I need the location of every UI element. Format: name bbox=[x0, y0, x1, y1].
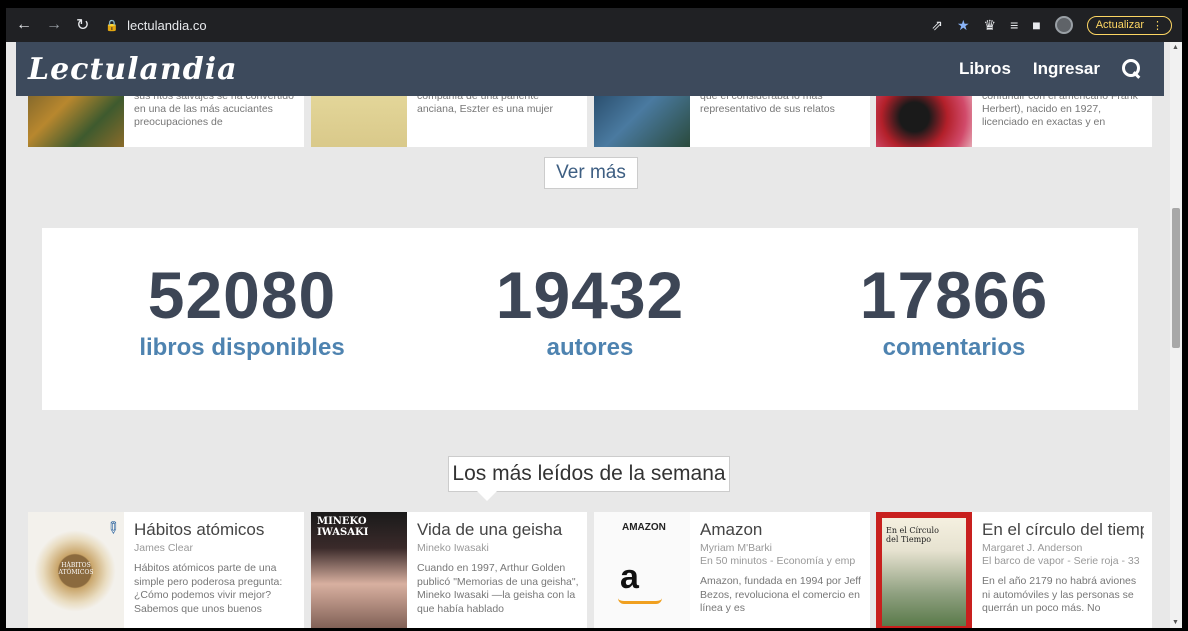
side-panel-icon[interactable]: ■ bbox=[1032, 17, 1040, 33]
menu-dots-icon: ⋮ bbox=[1152, 19, 1163, 32]
book-cover[interactable]: En el Círculo del Tiempo bbox=[876, 512, 972, 628]
scroll-up-icon[interactable]: ▲ bbox=[1172, 44, 1179, 51]
back-icon[interactable]: ← bbox=[16, 16, 32, 34]
reading-list-icon[interactable]: ≡ bbox=[1010, 17, 1018, 33]
forward-icon[interactable]: → bbox=[46, 16, 62, 34]
book-cover[interactable]: MINEKO IWASAKI bbox=[311, 512, 407, 628]
list-item[interactable]: En el Círculo del Tiempo En el círculo d… bbox=[876, 512, 1152, 628]
book-author[interactable]: James Clear bbox=[134, 542, 296, 554]
cover-title: MINEKO IWASAKI bbox=[317, 516, 369, 538]
share-icon[interactable]: ⇗ bbox=[931, 17, 943, 34]
book-author[interactable]: Myriam M'Barki bbox=[700, 542, 862, 554]
book-author[interactable]: Margaret J. Anderson bbox=[982, 542, 1144, 554]
book-title[interactable]: En el círculo del tiempo bbox=[982, 520, 1144, 540]
book-desc: Hábitos atómicos parte de una simple per… bbox=[134, 562, 283, 615]
update-label: Actualizar bbox=[1095, 19, 1144, 31]
update-button[interactable]: Actualizar ⋮ bbox=[1086, 15, 1172, 35]
book-cover[interactable]: AMAZON a bbox=[594, 512, 690, 628]
reload-icon[interactable]: ↻ bbox=[76, 15, 89, 35]
stat-label: autores bbox=[546, 334, 634, 361]
stats-panel: 52080 libros disponibles 19432 autores 1… bbox=[42, 228, 1138, 410]
book-desc: Cuando en 1997, Arthur Golden publicó "M… bbox=[417, 562, 579, 615]
list-item[interactable]: HÁBITOS ATÓMICOS Hábitos atómicos James … bbox=[28, 512, 304, 628]
cover-title: HÁBITOS ATÓMICOS bbox=[58, 562, 94, 576]
book-title[interactable]: Vida de una geisha bbox=[417, 520, 579, 540]
book-desc: En el año 2179 no habrá aviones ni autom… bbox=[982, 575, 1137, 614]
list-item[interactable]: MINEKO IWASAKI Vida de una geisha Mineko… bbox=[311, 512, 587, 628]
weekly-books-row: HÁBITOS ATÓMICOS Hábitos atómicos James … bbox=[28, 512, 1152, 628]
book-series[interactable]: El barco de vapor - Serie roja - 33 bbox=[982, 555, 1144, 567]
cover-title: AMAZON bbox=[622, 522, 666, 533]
stat-value: 52080 bbox=[147, 258, 337, 332]
stat-comments: 17866 comentarios bbox=[804, 258, 1104, 362]
book-title[interactable]: Hábitos atómicos bbox=[134, 520, 296, 540]
book-author[interactable]: Mineko Iwasaki bbox=[417, 542, 579, 554]
section-title: Los más leídos de la semana bbox=[448, 456, 730, 501]
scroll-down-icon[interactable]: ▼ bbox=[1172, 619, 1179, 626]
book-desc: Amazon, fundada en 1994 por Jeff Bezos, … bbox=[700, 575, 861, 614]
address-bar[interactable]: 🔒 lectulandia.co bbox=[105, 18, 206, 33]
lock-icon: 🔒 bbox=[105, 19, 120, 32]
stat-authors: 19432 autores bbox=[440, 258, 740, 362]
url-text: lectulandia.co bbox=[127, 17, 207, 33]
nav-libros[interactable]: Libros bbox=[959, 59, 1011, 79]
smile-arrow-icon bbox=[618, 598, 662, 604]
stat-books: 52080 libros disponibles bbox=[92, 258, 392, 362]
stat-value: 17866 bbox=[859, 258, 1049, 332]
stat-label: libros disponibles bbox=[139, 334, 345, 361]
stat-value: 19432 bbox=[495, 258, 685, 332]
extensions-icon[interactable]: ♛ bbox=[984, 17, 997, 34]
scrollbar-thumb[interactable] bbox=[1172, 208, 1180, 348]
bookmark-star-icon[interactable]: ★ bbox=[957, 17, 970, 34]
book-series[interactable]: En 50 minutos - Economía y emp bbox=[700, 555, 862, 567]
browser-toolbar: ← → ↻ 🔒 lectulandia.co ⇗ ★ ♛ ≡ ■ Actuali… bbox=[6, 8, 1182, 42]
ver-mas-button[interactable]: Ver más bbox=[544, 157, 638, 189]
page-content: sus ritos salvajes se ha convertido en u… bbox=[6, 42, 1170, 628]
amazon-logo-icon: a bbox=[620, 558, 639, 596]
cover-title: En el Círculo del Tiempo bbox=[886, 526, 939, 544]
nav-ingresar[interactable]: Ingresar bbox=[1033, 59, 1100, 79]
list-item[interactable]: AMAZON a Amazon Myriam M'Barki En 50 min… bbox=[594, 512, 870, 628]
scrollbar[interactable]: ▲ ▼ bbox=[1170, 42, 1182, 628]
stat-label: comentarios bbox=[882, 334, 1026, 361]
book-title[interactable]: Amazon bbox=[700, 520, 862, 540]
site-header: Lectulandia Libros Ingresar bbox=[16, 42, 1164, 96]
profile-avatar[interactable] bbox=[1054, 16, 1073, 34]
site-logo[interactable]: Lectulandia bbox=[16, 52, 238, 87]
search-icon[interactable] bbox=[1122, 59, 1142, 79]
